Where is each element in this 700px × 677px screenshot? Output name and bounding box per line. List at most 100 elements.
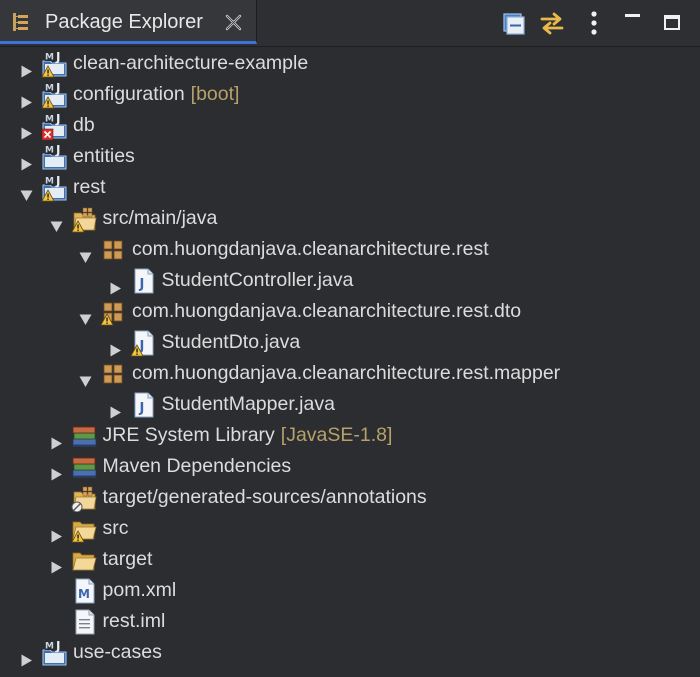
collapsed-arrow-icon[interactable]	[50, 460, 63, 481]
library-icon	[70, 453, 98, 481]
tree-item-name: JRE System Library	[102, 424, 275, 446]
tree-item-name: configuration	[73, 83, 185, 105]
tree-item-label: pom.xml	[103, 575, 177, 606]
java-file-icon: J	[129, 391, 157, 419]
tree-item-label: rest.iml	[103, 606, 166, 637]
tree-item[interactable]: target/generated-sources/annotations	[0, 482, 700, 513]
tree-item-label: com.huongdanjava.cleanarchitecture.rest.…	[132, 358, 560, 389]
tree-item[interactable]: JRE System Library [JavaSE-1.8]	[0, 420, 700, 451]
tree-item[interactable]: target	[0, 544, 700, 575]
tree-item-label: StudentMapper.java	[162, 389, 335, 420]
tree-item-label: rest	[73, 172, 106, 203]
svg-text:J: J	[55, 81, 60, 95]
tree-item[interactable]: src/main/java	[0, 203, 700, 234]
maximize-icon[interactable]	[659, 10, 685, 36]
tree-item-label: com.huongdanjava.cleanarchitecture.rest	[132, 234, 489, 265]
tree-item[interactable]: M pom.xml	[0, 575, 700, 606]
tree-item[interactable]: com.huongdanjava.cleanarchitecture.rest	[0, 234, 700, 265]
maven-project-icon: M J	[40, 143, 68, 171]
svg-text:J: J	[55, 174, 60, 188]
tree-item-name: src	[102, 517, 129, 539]
collapsed-arrow-icon[interactable]	[20, 119, 33, 140]
collapsed-arrow-icon[interactable]	[20, 150, 33, 171]
maven-pom-icon: M	[70, 577, 98, 605]
tree-item-name: target/generated-sources/annotations	[102, 486, 427, 508]
view-menu-icon[interactable]	[581, 10, 607, 36]
source-folder-warning-icon	[70, 205, 98, 233]
tree-item-label: use-cases	[73, 637, 162, 668]
svg-text:M: M	[45, 115, 54, 125]
collapse-all-icon[interactable]	[500, 10, 526, 36]
collapsed-arrow-icon[interactable]	[20, 88, 33, 109]
expanded-arrow-icon[interactable]	[79, 305, 92, 325]
tree-item[interactable]: com.huongdanjava.cleanarchitecture.rest.…	[0, 358, 700, 389]
maven-project-error-icon: M J	[40, 112, 68, 141]
svg-text:J: J	[138, 277, 144, 292]
svg-text:M: M	[45, 177, 54, 187]
maven-project-warning-icon: M J	[40, 174, 68, 202]
tree-item-name: com.huongdanjava.cleanarchitecture.rest	[132, 238, 489, 260]
tree-item[interactable]: Maven Dependencies	[0, 451, 700, 482]
package-explorer-view: Package Explorer M J clean-architecture-…	[0, 0, 700, 674]
tree-item[interactable]: rest.iml	[0, 606, 700, 637]
tree-item[interactable]: J StudentMapper.java	[0, 389, 700, 420]
collapsed-arrow-icon[interactable]	[50, 522, 63, 543]
collapsed-arrow-icon[interactable]	[109, 274, 122, 295]
collapsed-arrow-icon[interactable]	[50, 429, 63, 450]
tree-item-label: clean-architecture-example	[73, 48, 308, 79]
svg-text:M: M	[45, 642, 54, 652]
package-icon	[99, 360, 127, 388]
svg-text:J: J	[55, 143, 60, 157]
tree-item-name: entities	[73, 145, 135, 167]
tree-item[interactable]: src	[0, 513, 700, 544]
svg-text:J: J	[55, 50, 60, 64]
tree-item-label: StudentController.java	[162, 265, 354, 296]
source-folder-ignored-icon	[70, 484, 98, 513]
folder-warning-icon	[70, 515, 98, 543]
tree-item[interactable]: com.huongdanjava.cleanarchitecture.rest.…	[0, 296, 700, 327]
java-file-warning-icon: J	[129, 329, 157, 357]
tree-item-name: StudentMapper.java	[161, 393, 335, 415]
tab-package-explorer[interactable]: Package Explorer	[0, 0, 257, 44]
collapsed-arrow-icon[interactable]	[109, 336, 122, 357]
expanded-arrow-icon[interactable]	[79, 243, 92, 263]
tree-item-label: target	[103, 544, 153, 575]
tree-item-name: com.huongdanjava.cleanarchitecture.rest.…	[132, 300, 522, 322]
tree-item[interactable]: M J db	[0, 110, 700, 141]
tree-item-decoration: [JavaSE-1.8]	[280, 424, 393, 446]
collapsed-arrow-icon[interactable]	[20, 57, 33, 78]
expanded-arrow-icon[interactable]	[79, 367, 92, 387]
svg-text:M: M	[45, 53, 54, 63]
expanded-arrow-icon[interactable]	[20, 181, 33, 201]
collapsed-arrow-icon[interactable]	[20, 646, 33, 667]
tree-item[interactable]: M J configuration [boot]	[0, 79, 700, 110]
tree-item-label: src/main/java	[103, 203, 218, 234]
library-icon	[70, 422, 98, 450]
collapsed-arrow-icon[interactable]	[109, 398, 122, 419]
minimize-icon[interactable]	[620, 10, 646, 36]
tree-item-name: StudentController.java	[161, 269, 354, 291]
svg-text:M: M	[78, 587, 90, 601]
expanded-arrow-icon[interactable]	[50, 212, 63, 232]
tree-item-label: StudentDto.java	[162, 327, 301, 358]
tree-item[interactable]: M J rest	[0, 172, 700, 203]
tree-item[interactable]: J StudentController.java	[0, 265, 700, 296]
tree-item-name: StudentDto.java	[161, 331, 301, 353]
tree-item[interactable]: M J clean-architecture-example	[0, 48, 700, 79]
tree-item-name: db	[73, 114, 95, 136]
tree-item-label: configuration [boot]	[73, 79, 239, 110]
tree-item[interactable]: J StudentDto.java	[0, 327, 700, 358]
tree-item-label: entities	[73, 141, 135, 172]
tree-item-label: db	[73, 110, 95, 141]
svg-text:M: M	[45, 146, 54, 156]
text-file-icon	[70, 608, 98, 636]
link-with-editor-icon[interactable]	[539, 10, 565, 36]
collapsed-arrow-icon[interactable]	[50, 553, 63, 574]
tree-item-decoration: [boot]	[190, 83, 240, 105]
tree-item[interactable]: M J entities	[0, 141, 700, 172]
folder-icon	[70, 546, 98, 574]
package-icon	[99, 236, 127, 264]
close-icon[interactable]	[224, 13, 243, 32]
maven-project-icon: M J	[40, 639, 68, 667]
tree-item[interactable]: M J use-cases	[0, 637, 700, 668]
